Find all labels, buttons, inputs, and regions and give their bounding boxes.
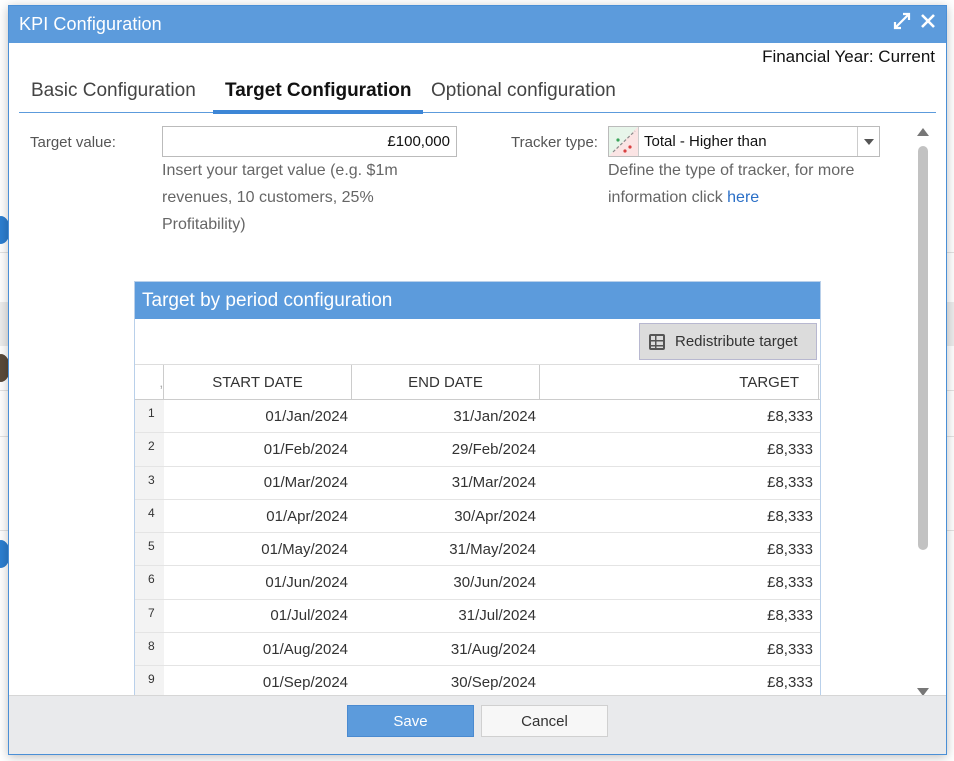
kpi-configuration-dialog: KPI Configuration Financial Year: Curren… xyxy=(8,5,947,755)
row-index: 9 xyxy=(135,666,164,696)
table-row[interactable]: 4 01/Apr/2024 30/Apr/2024 £8,333 xyxy=(135,499,820,534)
row-index: 3 xyxy=(135,466,164,499)
panel-title: Target by period configuration xyxy=(135,282,820,319)
start-date-cell[interactable]: 01/Mar/2024 xyxy=(164,467,352,499)
table-row[interactable]: 8 01/Aug/2024 31/Aug/2024 £8,333 xyxy=(135,633,820,667)
table-row[interactable]: 3 01/Mar/2024 31/Mar/2024 £8,333 xyxy=(135,466,820,500)
start-date-cell[interactable]: 01/Jul/2024 xyxy=(164,600,352,632)
close-icon[interactable] xyxy=(918,12,938,34)
table-row[interactable]: 7 01/Jul/2024 31/Jul/2024 £8,333 xyxy=(135,599,820,634)
tab-target-configuration[interactable]: Target Configuration xyxy=(213,80,424,114)
row-index: 4 xyxy=(135,499,164,533)
tracker-type-help: Define the type of tracker, for more inf… xyxy=(608,157,898,211)
row-index: 7 xyxy=(135,599,164,633)
end-date-cell[interactable]: 31/Aug/2024 xyxy=(352,633,540,665)
start-date-cell[interactable]: 01/Jan/2024 xyxy=(164,400,352,432)
table-row[interactable]: 6 01/Jun/2024 30/Jun/2024 £8,333 xyxy=(135,566,820,600)
target-value-help: Insert your target value (e.g. $1m reven… xyxy=(162,162,398,233)
end-date-cell[interactable]: 30/Apr/2024 xyxy=(352,500,540,532)
dialog-titlebar: KPI Configuration xyxy=(9,6,946,43)
table-row[interactable]: 2 01/Feb/2024 29/Feb/2024 £8,333 xyxy=(135,433,820,467)
row-index: 5 xyxy=(135,533,164,566)
row-index: 8 xyxy=(135,633,164,666)
table-row[interactable]: 5 01/May/2024 31/May/2024 £8,333 xyxy=(135,533,820,567)
financial-year-label: Financial Year: Current xyxy=(762,47,935,66)
save-button[interactable]: Save xyxy=(347,705,474,737)
target-cell[interactable]: £8,333 xyxy=(540,633,819,665)
end-date-cell[interactable]: 31/May/2024 xyxy=(352,533,540,565)
table-row[interactable]: 9 01/Sep/2024 30/Sep/2024 £8,333 xyxy=(135,666,820,696)
redistribute-target-button[interactable]: Redistribute target xyxy=(639,323,817,360)
dropdown-arrow-icon[interactable] xyxy=(857,127,879,156)
end-date-cell[interactable]: 30/Sep/2024 xyxy=(352,666,540,696)
cancel-button[interactable]: Cancel xyxy=(481,705,608,737)
tab-bar: Basic Configuration Target Configuration… xyxy=(19,72,936,114)
row-index: 1 xyxy=(135,400,164,433)
tab-optional-configuration[interactable]: Optional configuration xyxy=(419,80,628,110)
column-header-start-date[interactable]: START DATE xyxy=(164,365,352,399)
redistribute-target-label: Redistribute target xyxy=(675,333,798,350)
tracker-type-value: Total - Higher than xyxy=(644,133,767,150)
grid-header-index: ‚ xyxy=(135,365,164,399)
expand-icon[interactable] xyxy=(892,12,912,34)
tracker-help-link[interactable]: here xyxy=(727,189,759,206)
end-date-cell[interactable]: 31/Mar/2024 xyxy=(352,467,540,499)
start-date-cell[interactable]: 01/Aug/2024 xyxy=(164,633,352,665)
tab-content: Target value: Insert your target value (… xyxy=(19,116,919,696)
target-cell[interactable]: £8,333 xyxy=(540,467,819,499)
target-cell[interactable]: £8,333 xyxy=(540,500,819,532)
end-date-cell[interactable]: 31/Jul/2024 xyxy=(352,600,540,632)
target-value-label: Target value: xyxy=(30,134,116,151)
end-date-cell[interactable]: 30/Jun/2024 xyxy=(352,566,540,598)
dialog-title: KPI Configuration xyxy=(19,14,162,34)
column-header-target[interactable]: TARGET xyxy=(540,365,819,399)
row-index: 6 xyxy=(135,566,164,599)
panel-toolbar: Redistribute target xyxy=(135,319,820,365)
column-header-end-date[interactable]: END DATE xyxy=(352,365,540,399)
row-index: 2 xyxy=(135,433,164,466)
start-date-cell[interactable]: 01/May/2024 xyxy=(164,533,352,565)
grid-body: 1 01/Jan/2024 31/Jan/2024 £8,333 2 01/Feb/202… xyxy=(135,400,820,696)
scroll-up-icon[interactable] xyxy=(917,128,929,136)
end-date-cell[interactable]: 31/Jan/2024 xyxy=(352,400,540,432)
vertical-scrollbar[interactable] xyxy=(916,124,930,696)
target-cell[interactable]: £8,333 xyxy=(540,600,819,632)
tracker-type-icon xyxy=(609,127,639,156)
target-cell[interactable]: £8,333 xyxy=(540,433,819,465)
target-by-period-panel: Target by period configuration Redistrib… xyxy=(134,281,821,696)
table-row[interactable]: 1 01/Jan/2024 31/Jan/2024 £8,333 xyxy=(135,400,820,434)
target-value-input[interactable] xyxy=(162,126,457,157)
target-cell[interactable]: £8,333 xyxy=(540,566,819,598)
start-date-cell[interactable]: 01/Jun/2024 xyxy=(164,566,352,598)
start-date-cell[interactable]: 01/Apr/2024 xyxy=(164,500,352,532)
target-cell[interactable]: £8,333 xyxy=(540,533,819,565)
dialog-footer: Save Cancel xyxy=(9,695,946,754)
target-cell[interactable]: £8,333 xyxy=(540,666,819,696)
grid-icon xyxy=(649,333,665,350)
tracker-type-select[interactable]: Total - Higher than xyxy=(608,126,880,157)
end-date-cell[interactable]: 29/Feb/2024 xyxy=(352,433,540,465)
start-date-cell[interactable]: 01/Sep/2024 xyxy=(164,666,352,696)
tab-basic-configuration[interactable]: Basic Configuration xyxy=(19,80,208,110)
start-date-cell[interactable]: 01/Feb/2024 xyxy=(164,433,352,465)
scrollbar-thumb[interactable] xyxy=(918,146,928,550)
grid-header: ‚ START DATE END DATE TARGET xyxy=(135,365,820,400)
tracker-type-label: Tracker type: xyxy=(511,134,598,151)
target-cell[interactable]: £8,333 xyxy=(540,400,819,432)
